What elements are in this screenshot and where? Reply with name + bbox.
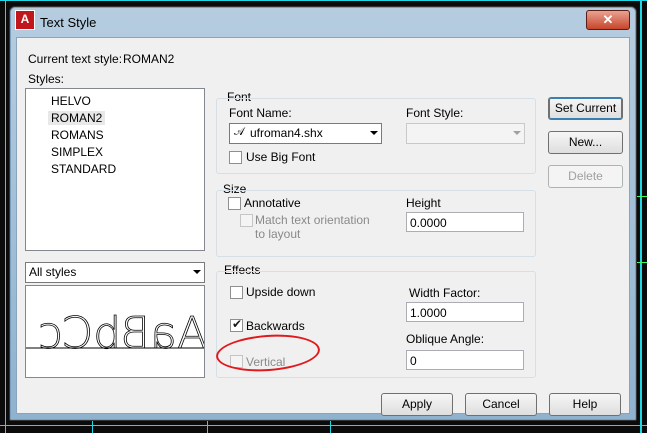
chevron-down-icon xyxy=(370,131,378,135)
annotative-label: Annotative xyxy=(244,196,301,210)
use-big-font-label: Use Big Font xyxy=(246,150,316,164)
styles-listbox[interactable]: HELVO ROMAN2 ROMANS SIMPLEX STANDARD xyxy=(25,88,205,251)
set-current-button[interactable]: Set Current xyxy=(548,97,623,120)
style-item-simplex[interactable]: SIMPLEX xyxy=(48,145,106,159)
font-name-value: ufroman4.shx xyxy=(250,126,323,140)
help-button[interactable]: Help xyxy=(549,393,621,416)
font-name-label: Font Name: xyxy=(229,106,292,120)
window-title: Text Style xyxy=(40,15,97,30)
close-button[interactable]: ✕ xyxy=(586,10,630,30)
use-big-font-checkbox[interactable] xyxy=(229,151,242,164)
style-item-roman2[interactable]: ROMAN2 xyxy=(48,111,106,125)
current-style-label: Current text style: xyxy=(28,52,123,66)
styles-filter-value: All styles xyxy=(29,265,77,279)
autocad-app-icon: A xyxy=(15,10,35,30)
title-bar[interactable]: A Text Style ✕ xyxy=(10,7,636,37)
chevron-down-icon xyxy=(513,131,521,135)
styles-label: Styles: xyxy=(28,72,65,86)
font-style-dropdown[interactable] xyxy=(406,123,525,144)
oblique-angle-input[interactable]: 0 xyxy=(406,350,524,370)
preview-graphic: AaBbCc xyxy=(26,308,204,359)
text-style-dialog: A Text Style ✕ Current text style: ROMAN… xyxy=(9,6,637,421)
font-name-dropdown[interactable]: 𝒜 ufroman4.shx xyxy=(229,123,382,144)
cancel-button[interactable]: Cancel xyxy=(465,393,537,416)
style-item-helvo[interactable]: HELVO xyxy=(48,94,94,108)
current-style-value: ROMAN2 xyxy=(123,52,175,66)
upside-down-label: Upside down xyxy=(246,285,316,299)
style-preview: AaBbCc xyxy=(25,285,205,378)
font-type-icon: 𝒜 xyxy=(234,126,245,138)
width-factor-label: Width Factor: xyxy=(409,286,481,300)
styles-filter-dropdown[interactable]: All styles xyxy=(25,262,205,283)
backwards-label: Backwards xyxy=(246,319,305,333)
height-label: Height xyxy=(406,196,441,210)
height-input[interactable]: 0.0000 xyxy=(406,212,524,232)
match-orientation-checkbox[interactable] xyxy=(240,214,253,227)
style-item-romans[interactable]: ROMANS xyxy=(48,128,107,142)
width-factor-input[interactable]: 1.0000 xyxy=(406,302,524,322)
checkmark-icon: ✔ xyxy=(232,317,243,331)
delete-button[interactable]: Delete xyxy=(548,165,623,188)
font-style-label: Font Style: xyxy=(406,106,464,120)
oblique-angle-label: Oblique Angle: xyxy=(406,332,485,346)
upside-down-checkbox[interactable] xyxy=(230,286,243,299)
match-orientation-label-2: to layout xyxy=(255,227,301,241)
chevron-down-icon xyxy=(193,270,201,274)
new-button[interactable]: New... xyxy=(548,131,623,154)
backwards-checkbox[interactable]: ✔ xyxy=(230,317,243,332)
annotative-checkbox[interactable] xyxy=(228,197,241,210)
dialog-body: Current text style: ROMAN2 Styles: HELVO… xyxy=(16,37,630,416)
preview-text: AaBbCc xyxy=(38,308,204,359)
match-orientation-label-1: Match text orientation xyxy=(255,213,370,227)
style-item-standard[interactable]: STANDARD xyxy=(48,162,119,176)
apply-button[interactable]: Apply xyxy=(381,393,453,416)
